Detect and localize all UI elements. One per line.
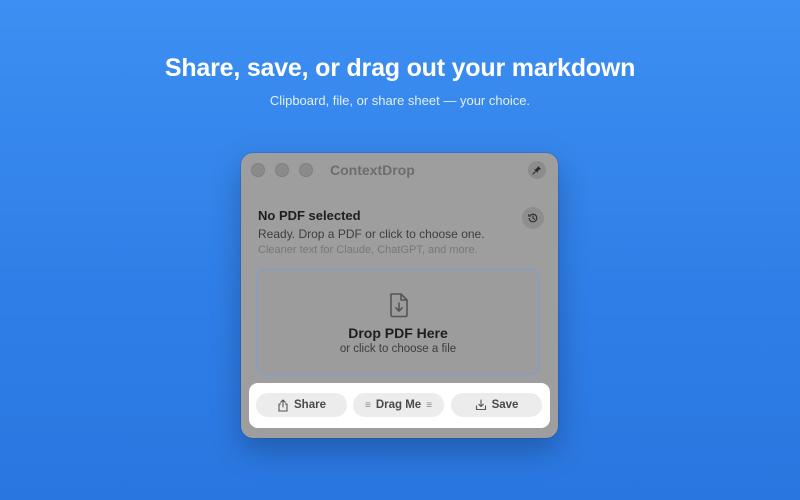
pin-button[interactable]: [528, 161, 546, 179]
save-icon: [475, 399, 486, 411]
status-message: Ready. Drop a PDF or click to choose one…: [258, 227, 485, 241]
pdf-drop-zone[interactable]: Drop PDF Here or click to choose a file: [256, 268, 540, 375]
drag-handle-icon: ≡: [426, 399, 433, 411]
status-hint: Cleaner text for Claude, ChatGPT, and mo…: [258, 244, 478, 256]
drag-handle-icon: ≡: [364, 399, 371, 411]
share-label: Share: [294, 399, 326, 411]
minimize-window-button[interactable]: [275, 163, 289, 177]
drag-me-button[interactable]: ≡ Drag Me ≡: [353, 393, 444, 417]
title-bar[interactable]: ContextDrop: [241, 153, 558, 187]
history-button[interactable]: [522, 207, 544, 229]
save-button[interactable]: Save: [451, 393, 542, 417]
zoom-window-button[interactable]: [299, 163, 313, 177]
drop-subtitle: or click to choose a file: [339, 343, 457, 355]
app-window: ContextDrop No PDF selected Ready. Drop …: [241, 153, 558, 438]
close-window-button[interactable]: [251, 163, 265, 177]
status-title: No PDF selected: [258, 208, 361, 223]
save-label: Save: [491, 399, 519, 411]
share-button[interactable]: Share: [256, 393, 347, 417]
hero-title: Share, save, or drag out your markdown: [164, 54, 636, 82]
drop-title: Drop PDF Here: [348, 325, 448, 341]
history-icon: [528, 213, 538, 223]
hero-subtitle: Clipboard, file, or share sheet — your c…: [269, 93, 531, 108]
pin-icon: [532, 166, 541, 175]
window-title: ContextDrop: [330, 162, 415, 178]
share-icon: [278, 398, 288, 412]
drag-me-label: Drag Me: [375, 399, 422, 411]
action-bar: Share ≡ Drag Me ≡ Save: [249, 383, 550, 428]
document-download-icon: [390, 293, 408, 318]
